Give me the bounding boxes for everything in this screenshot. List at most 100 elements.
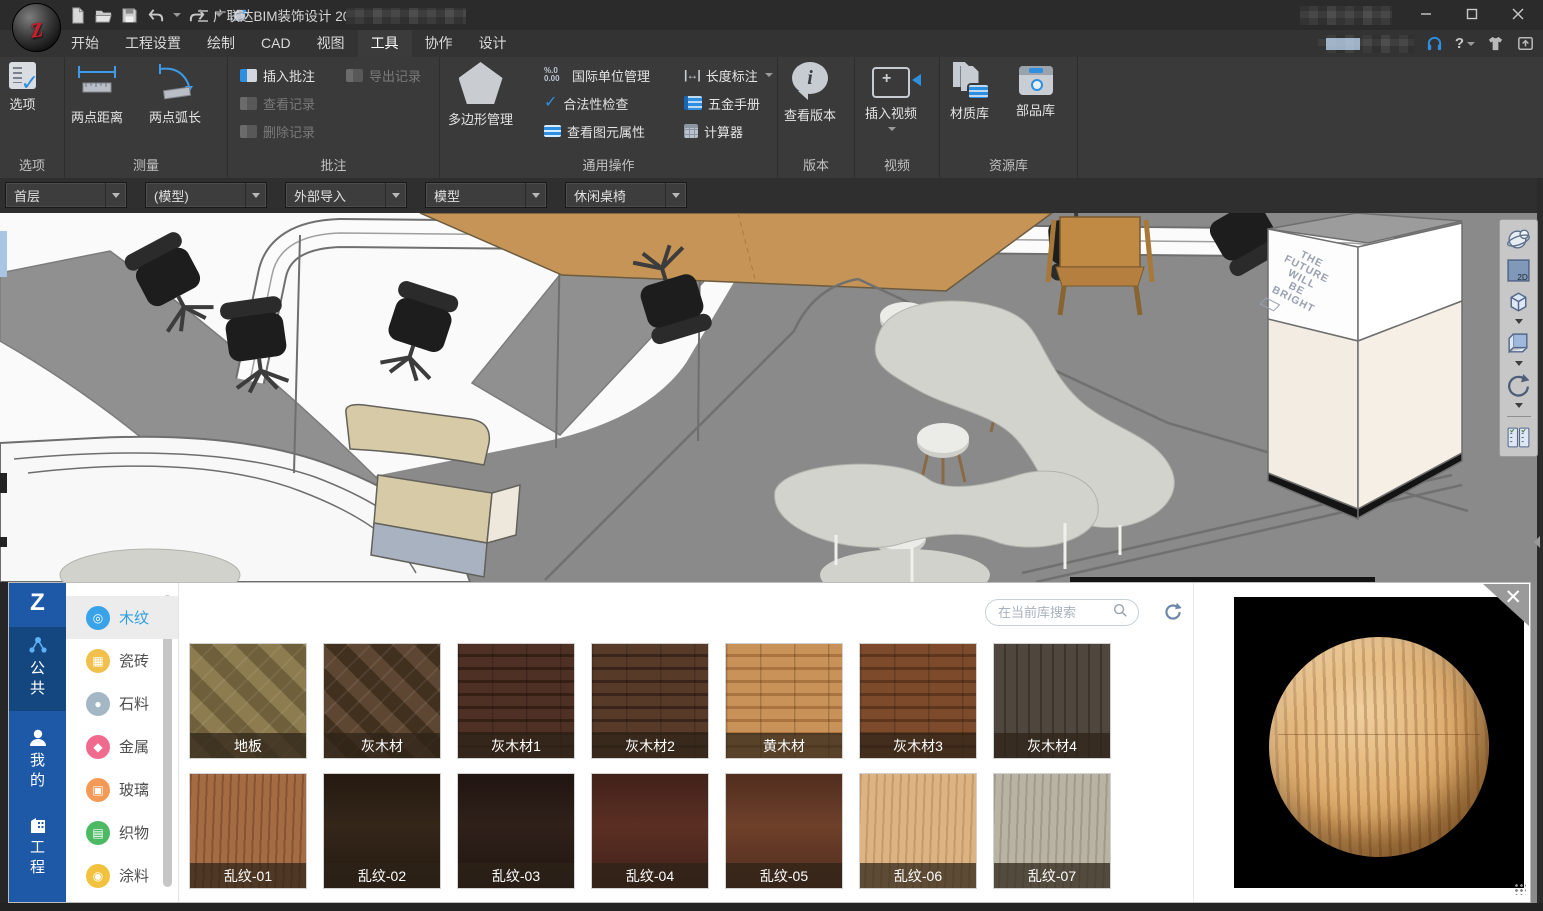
search-icon[interactable] — [1112, 602, 1128, 623]
material-name: 乱纹-06 — [860, 863, 976, 888]
material-name: 乱纹-02 — [324, 863, 440, 888]
material-library-button[interactable]: 材质库 — [950, 62, 989, 122]
length-dimension-button[interactable]: |↔| 长度标注 — [684, 63, 773, 87]
validity-check-button[interactable]: ✓ 合法性检查 — [544, 91, 628, 115]
combo-dropdown-arrow[interactable] — [665, 183, 686, 207]
collapse-panel-handle[interactable] — [1534, 536, 1540, 548]
material-card-地板[interactable]: 地板 — [189, 643, 307, 759]
category-label: 瓷砖 — [119, 650, 149, 671]
view-version-button[interactable]: i 查看版本 — [784, 62, 836, 124]
material-card-乱纹-06[interactable]: 乱纹-06 — [859, 773, 977, 889]
material-card-乱纹-04[interactable]: 乱纹-04 — [591, 773, 709, 889]
view-record-button[interactable]: 查看记录 — [240, 91, 315, 115]
material-card-灰木材4[interactable]: 灰木材4 — [993, 643, 1111, 759]
options-button[interactable]: ✓ 选项 — [9, 62, 36, 113]
category-瓷砖[interactable]: ▦瓷砖 — [66, 639, 178, 682]
view-combo-2[interactable]: 外部导入 — [285, 182, 407, 208]
intl-units-button[interactable]: %.00.00 国际单位管理 — [544, 63, 650, 87]
rotate-view-dropdown-caret[interactable] — [1515, 403, 1523, 408]
app-menu-button[interactable]: z — [12, 3, 61, 52]
two-point-distance-button[interactable]: 两点距离 — [71, 62, 123, 126]
validity-check-icon: ✓ — [544, 95, 557, 111]
cube-front-dropdown-caret[interactable] — [1515, 361, 1523, 366]
material-card-乱纹-05[interactable]: 乱纹-05 — [725, 773, 843, 889]
combo-dropdown-arrow[interactable] — [385, 183, 406, 207]
sidebar-section-公共[interactable]: 公共 — [9, 627, 66, 711]
hardware-manual-button[interactable]: 五金手册 — [684, 91, 760, 115]
parts-library-button[interactable]: 部品库 — [1016, 62, 1055, 119]
rotate-view-button[interactable] — [1504, 370, 1534, 400]
preview-resize-handle[interactable] — [1514, 883, 1526, 895]
category-织物[interactable]: ▤织物 — [66, 811, 178, 854]
cube-front-button[interactable] — [1504, 328, 1534, 358]
view-combo-1[interactable]: (模型) — [145, 182, 267, 208]
material-card-乱纹-07[interactable]: 乱纹-07 — [993, 773, 1111, 889]
undo-caret-icon[interactable] — [173, 13, 181, 17]
refresh-library-button[interactable] — [1161, 600, 1185, 624]
sidebar-section-我的[interactable]: 我的 — [9, 719, 66, 803]
combo-dropdown-arrow[interactable] — [105, 183, 126, 207]
tab-协作[interactable]: 协作 — [412, 30, 466, 57]
orbit-3d-button[interactable] — [1504, 224, 1534, 254]
help-button[interactable]: ? — [1455, 35, 1475, 52]
material-card-黄木材[interactable]: 黄木材 — [725, 643, 843, 759]
maximize-button[interactable] — [1449, 0, 1495, 28]
export-record-button[interactable]: 导出记录 — [346, 63, 421, 87]
distance-label: 两点距离 — [71, 107, 123, 126]
category-label: 金属 — [119, 736, 149, 757]
application-window: 广联达BIM装饰设计 2019 · z 开始工程设置绘制CAD视图工具协作设计 … — [0, 0, 1543, 911]
support-headset-icon[interactable] — [1425, 34, 1444, 53]
cube-iso-button[interactable] — [1504, 286, 1534, 316]
ribbon-group-version: i 查看版本 版本 — [778, 57, 855, 178]
parts-library-icon — [1019, 66, 1053, 95]
insert-video-button[interactable]: + 插入视频 — [865, 62, 917, 131]
view-combo-0[interactable]: 首层 — [5, 182, 127, 208]
tab-开始[interactable]: 开始 — [58, 30, 112, 57]
view-combo-4[interactable]: 休闲桌椅 — [565, 182, 687, 208]
delete-record-button[interactable]: 删除记录 — [240, 119, 315, 143]
element-props-button[interactable]: 查看图元属性 — [544, 119, 645, 143]
view-2d-button[interactable]: 2D — [1504, 255, 1534, 285]
insert-annotation-button[interactable]: 插入批注 — [240, 63, 315, 87]
view-combo-3[interactable]: 模型 — [425, 182, 547, 208]
material-card-灰木材3[interactable]: 灰木材3 — [859, 643, 977, 759]
tab-工具[interactable]: 工具 — [358, 30, 412, 57]
calculator-button[interactable]: 计算器 — [684, 119, 743, 143]
material-card-乱纹-02[interactable]: 乱纹-02 — [323, 773, 441, 889]
tab-工程设置[interactable]: 工程设置 — [112, 30, 194, 57]
undo-button[interactable] — [146, 6, 165, 25]
tab-设计[interactable]: 设计 — [466, 30, 520, 57]
category-木纹[interactable]: ◎木纹 — [66, 596, 178, 639]
new-file-button[interactable] — [68, 6, 87, 25]
tab-CAD[interactable]: CAD — [248, 30, 304, 57]
tab-视图[interactable]: 视图 — [304, 30, 358, 57]
two-point-arc-button[interactable]: 两点弧长 — [149, 62, 201, 126]
combo-dropdown-arrow[interactable] — [245, 183, 266, 207]
tab-绘制[interactable]: 绘制 — [194, 30, 248, 57]
length-dimension-caret[interactable] — [765, 73, 773, 77]
category-涂料[interactable]: ◉涂料 — [66, 854, 178, 897]
cube-iso-dropdown-caret[interactable] — [1515, 319, 1523, 324]
material-card-乱纹-03[interactable]: 乱纹-03 — [457, 773, 575, 889]
polygon-manage-button[interactable]: 多边形管理 — [448, 62, 513, 128]
save-button[interactable] — [120, 6, 139, 25]
material-card-灰木材2[interactable]: 灰木材2 — [591, 643, 709, 759]
material-card-乱纹-01[interactable]: 乱纹-01 — [189, 773, 307, 889]
theme-shirt-icon[interactable] — [1486, 34, 1505, 53]
launch-panel-icon[interactable] — [1516, 34, 1535, 53]
category-石料[interactable]: ●石料 — [66, 682, 178, 725]
category-玻璃[interactable]: ▣玻璃 — [66, 768, 178, 811]
insert-video-caret[interactable] — [888, 127, 896, 131]
minimize-button[interactable] — [1403, 0, 1449, 28]
close-button[interactable] — [1495, 0, 1541, 28]
combo-dropdown-arrow[interactable] — [525, 183, 546, 207]
combo-value: 外部导入 — [286, 186, 385, 205]
category-金属[interactable]: ◆金属 — [66, 725, 178, 768]
material-preview-viewport[interactable] — [1234, 597, 1524, 888]
display-settings-button[interactable] — [1504, 422, 1534, 452]
open-file-button[interactable] — [94, 6, 113, 25]
material-card-灰木材[interactable]: 灰木材 — [323, 643, 441, 759]
material-card-灰木材1[interactable]: 灰木材1 — [457, 643, 575, 759]
sidebar-section-工程[interactable]: 工程 — [9, 806, 66, 902]
search-input[interactable] — [996, 604, 1106, 621]
